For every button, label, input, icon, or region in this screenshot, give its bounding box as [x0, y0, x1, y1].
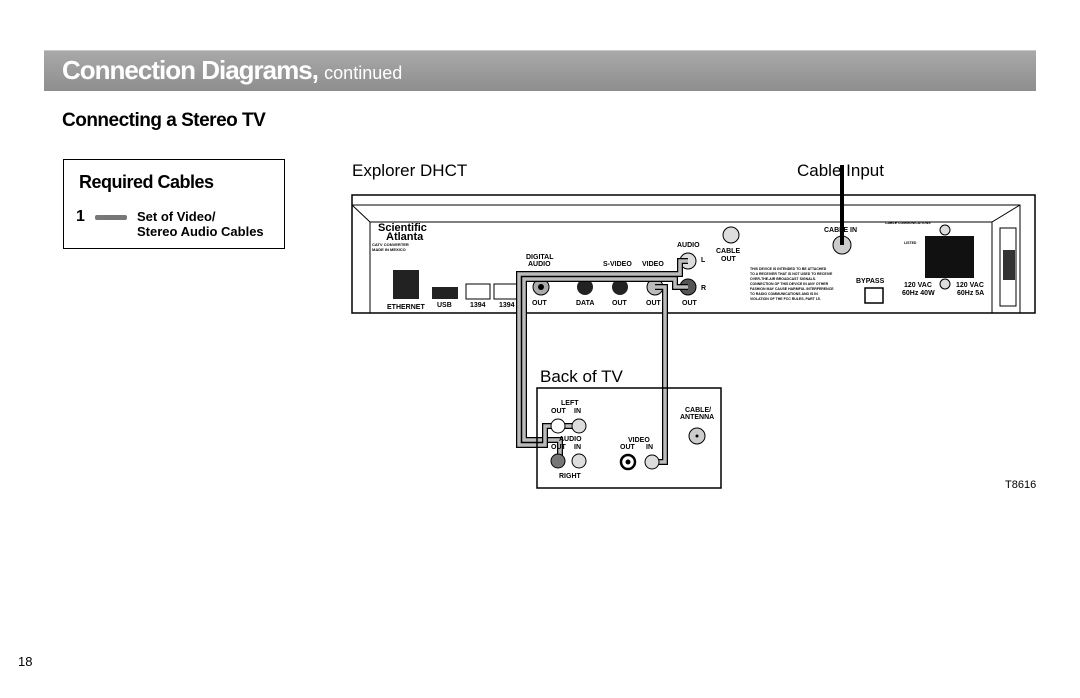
fcc-notice: THIS DEVICE IS INTENDED TO BE ATTACHED T… — [750, 267, 834, 301]
svg-text:IN: IN — [646, 444, 653, 451]
svg-text:ANTENNA: ANTENNA — [680, 414, 714, 421]
svg-text:OVER-THE-AIR BROADCAST SIGNALS: OVER-THE-AIR BROADCAST SIGNALS. — [750, 277, 816, 281]
svg-text:CABLE COMMUNICATIONS: CABLE COMMUNICATIONS — [885, 221, 931, 225]
svg-text:RIGHT: RIGHT — [559, 473, 582, 480]
svg-text:LISTED: LISTED — [904, 241, 917, 245]
firewire-port — [493, 283, 519, 300]
svg-text:THIS DEVICE IS INTENDED TO BE: THIS DEVICE IS INTENDED TO BE ATTACHED — [750, 267, 827, 271]
svg-text:60Hz 40W: 60Hz 40W — [902, 290, 935, 297]
svg-text:AUDIO: AUDIO — [528, 261, 551, 268]
bypass-port — [864, 287, 884, 304]
svg-text:OUT: OUT — [532, 300, 548, 307]
page-number: 18 — [18, 654, 33, 669]
svg-text:CABLE/: CABLE/ — [685, 407, 711, 414]
svg-text:BYPASS: BYPASS — [856, 278, 885, 285]
ethernet-port — [393, 270, 419, 299]
svg-text:IN: IN — [574, 408, 581, 415]
svg-text:MADE IN MEXICO: MADE IN MEXICO — [372, 247, 406, 252]
svg-text:OUT: OUT — [620, 444, 636, 451]
svg-text:OUT: OUT — [612, 300, 628, 307]
svg-text:S-VIDEO: S-VIDEO — [603, 261, 632, 268]
figure-code: T8616 — [1005, 479, 1037, 491]
cable-out-port — [722, 226, 740, 244]
svg-text:VIDEO: VIDEO — [642, 261, 664, 268]
tv-rear-panel: LEFT OUT IN AUDIO OUT IN RIGHT VIDEO OUT… — [536, 387, 722, 489]
svg-text:120 VAC: 120 VAC — [956, 282, 984, 289]
power-outlet — [925, 236, 974, 278]
svg-text:FASHION MAY CAUSE HARMFUL INTE: FASHION MAY CAUSE HARMFUL INTERFERENCE — [750, 287, 834, 291]
svg-text:R: R — [701, 285, 706, 292]
svg-text:TO A RECEIVER THAT IS NOT USED: TO A RECEIVER THAT IS NOT USED TO RECEIV… — [750, 272, 833, 276]
svg-text:OUT: OUT — [682, 300, 698, 307]
svg-text:CABLE: CABLE — [716, 248, 740, 255]
svg-text:DATA: DATA — [576, 300, 594, 307]
svg-text:VIOLATION OF THE FCC RULES, PA: VIOLATION OF THE FCC RULES, PART 15. — [750, 297, 821, 301]
firewire-port — [465, 283, 491, 300]
svg-text:1394: 1394 — [499, 302, 515, 309]
svg-text:L: L — [701, 257, 706, 264]
usb-port — [432, 287, 458, 299]
ethernet-label: ETHERNET — [387, 304, 425, 311]
svg-text:AUDIO: AUDIO — [559, 436, 582, 443]
svg-text:60Hz 5A: 60Hz 5A — [957, 290, 984, 297]
svg-text:OUT: OUT — [646, 300, 662, 307]
svg-text:OUT: OUT — [721, 256, 737, 263]
svg-text:IN: IN — [574, 444, 581, 451]
connection-diagram: Scientific Atlanta CATV CONVERTER MADE I… — [351, 165, 1036, 489]
svg-text:OUT: OUT — [551, 444, 567, 451]
svg-text:TO RADIO COMMUNICATIONS AND IS: TO RADIO COMMUNICATIONS AND IS IN — [750, 292, 818, 296]
svg-text:LEFT: LEFT — [561, 400, 579, 407]
svg-text:1394: 1394 — [470, 302, 486, 309]
svg-text:AUDIO: AUDIO — [677, 242, 700, 249]
svg-text:VIDEO: VIDEO — [628, 437, 650, 444]
svg-text:DIGITAL: DIGITAL — [526, 254, 554, 261]
svg-text:USB: USB — [437, 302, 452, 309]
svg-text:OUT: OUT — [551, 408, 567, 415]
svg-text:120 VAC: 120 VAC — [904, 282, 932, 289]
svg-text:CONNECTION OF THIS DEVICE IN A: CONNECTION OF THIS DEVICE IN ANY OTHER — [750, 282, 829, 286]
